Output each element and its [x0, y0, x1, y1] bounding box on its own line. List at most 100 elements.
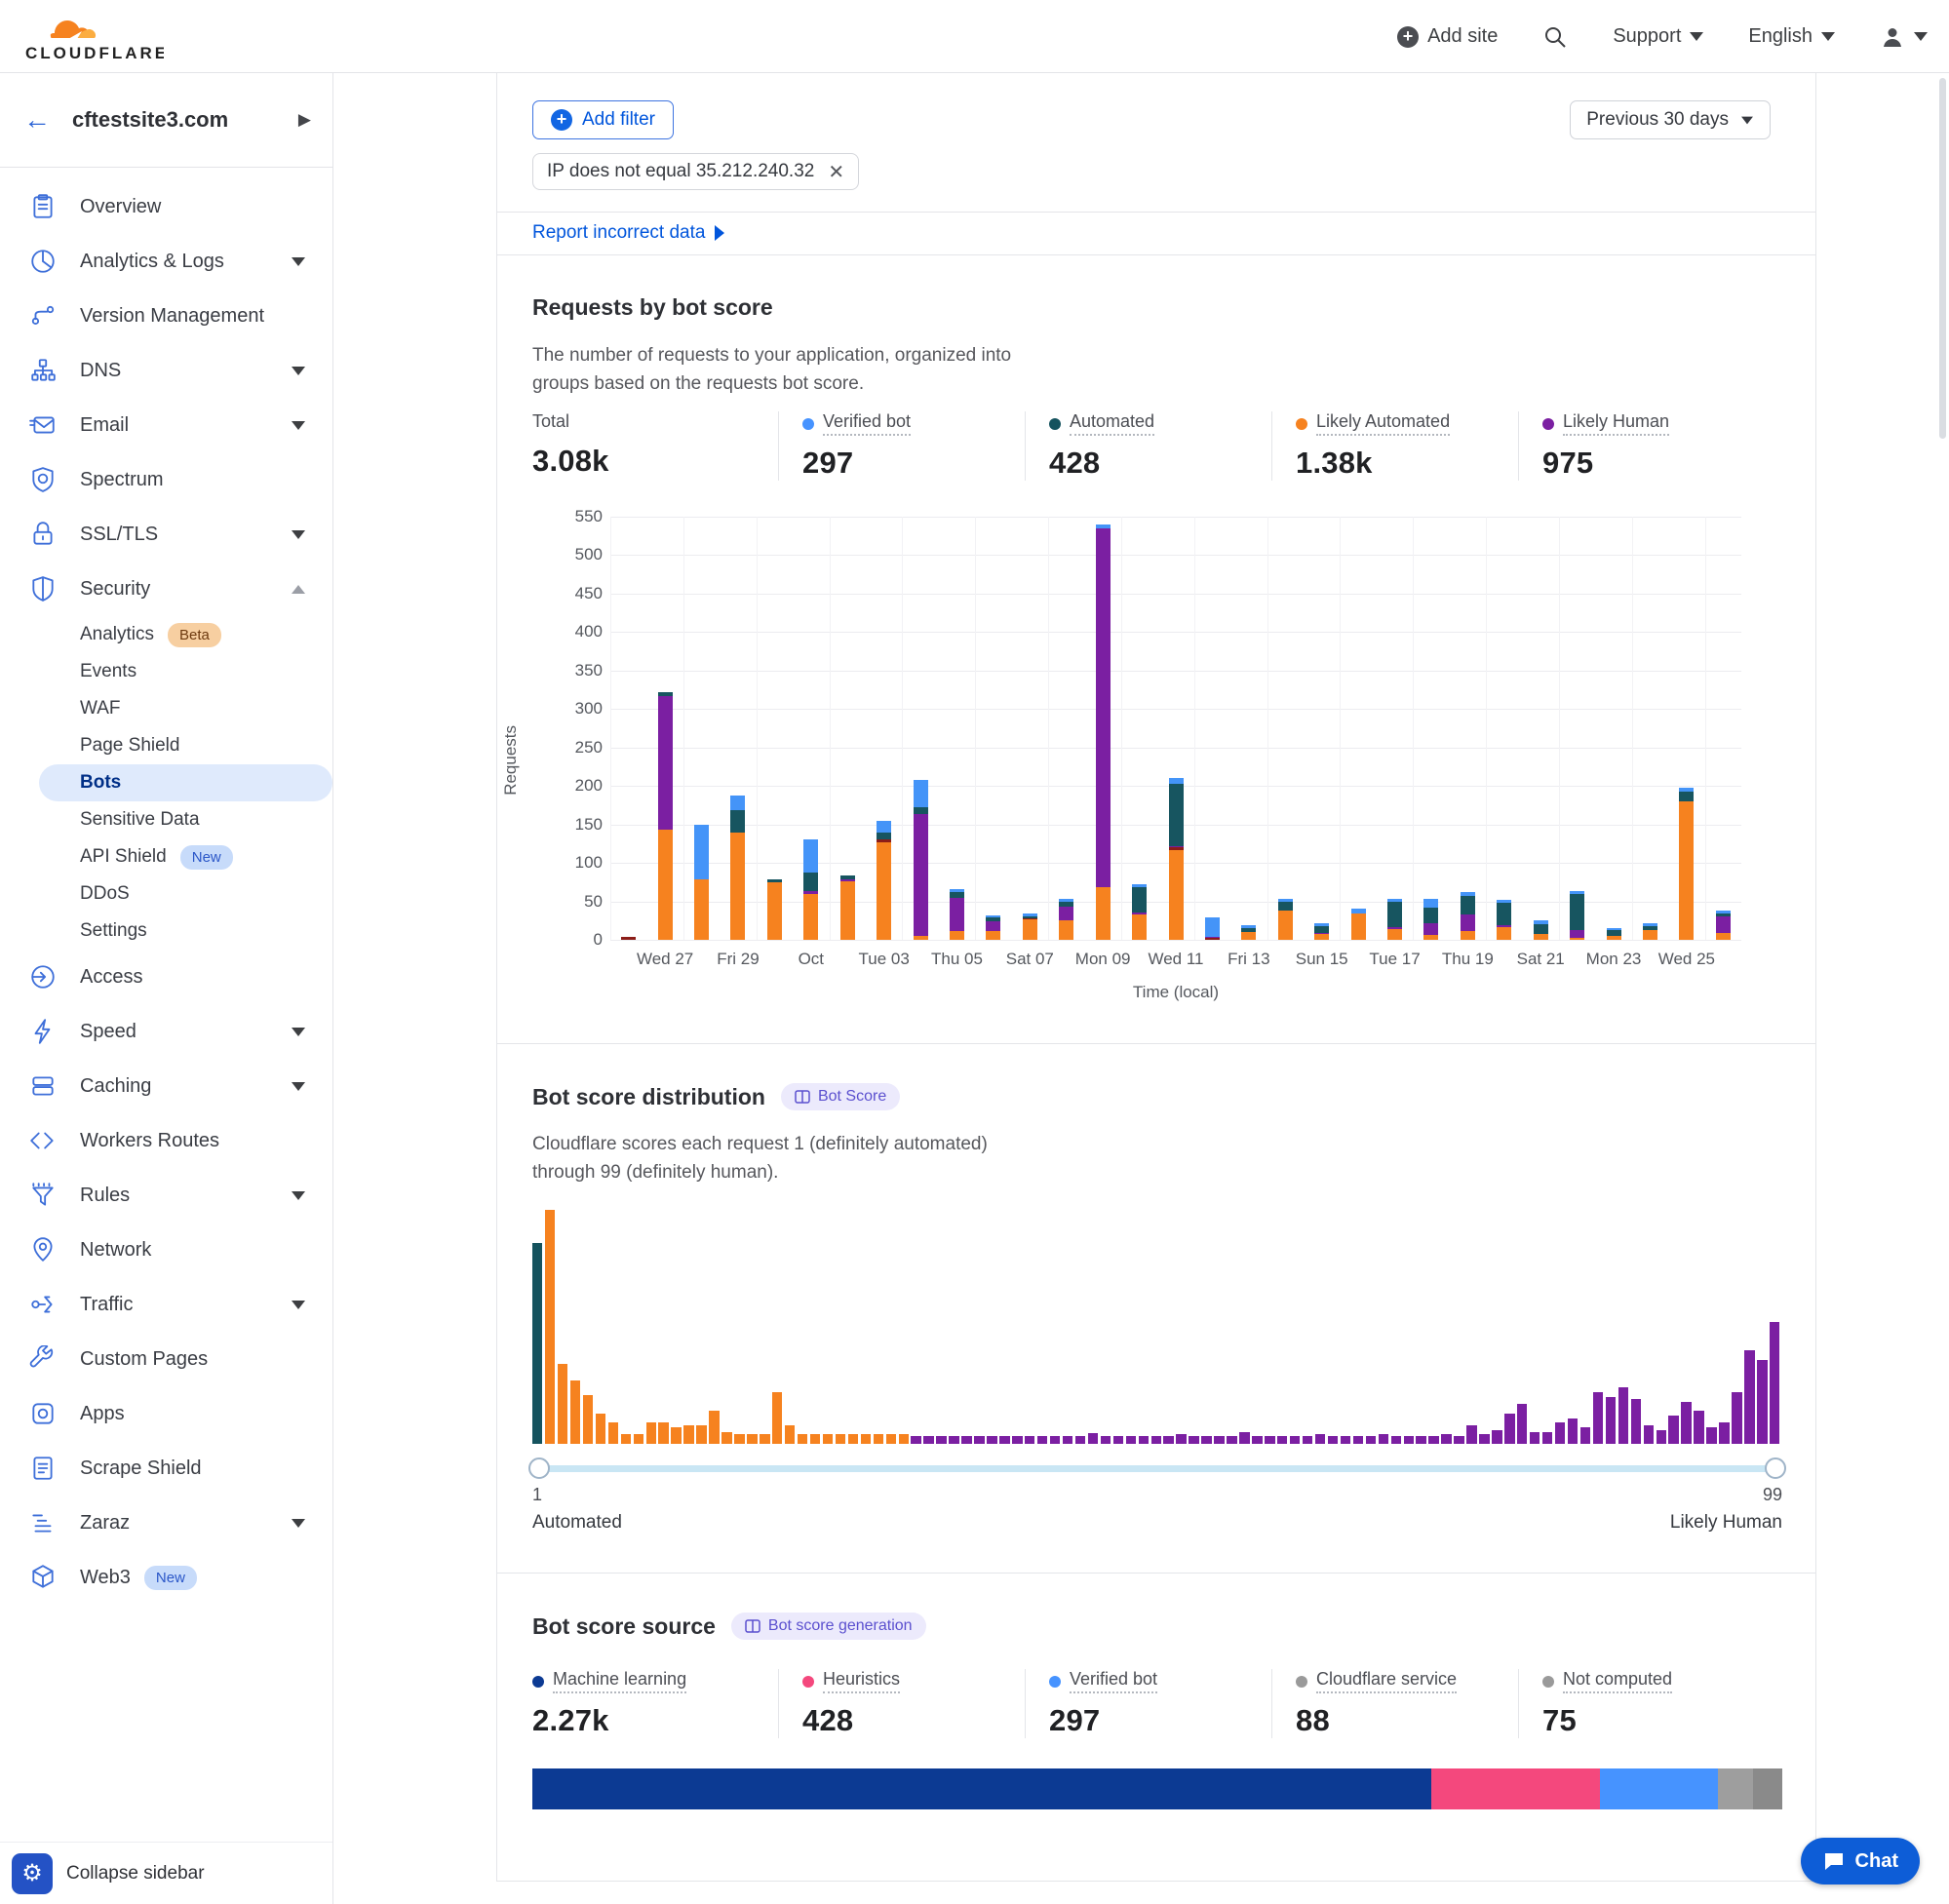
histogram-bar[interactable] [798, 1434, 807, 1444]
bar-segment-likely_automated[interactable] [803, 894, 818, 940]
histogram-bar[interactable] [936, 1436, 946, 1444]
bar-segment-automated[interactable] [1497, 903, 1511, 925]
sidebar-item-rules[interactable]: Rules [0, 1168, 332, 1223]
bar-segment-likely_automated[interactable] [1497, 927, 1511, 940]
bar-segment-likely_automated[interactable] [1387, 929, 1402, 940]
bar-segment-likely_automated[interactable] [1351, 913, 1366, 940]
bar-segment-verified[interactable] [1497, 900, 1511, 903]
sidebar-item-ddos[interactable]: DDoS [0, 875, 332, 913]
bar-segment-verified[interactable] [1716, 911, 1731, 913]
histogram-bar[interactable] [1517, 1404, 1527, 1444]
bar-segment-likely_automated[interactable] [840, 881, 855, 940]
histogram-bar[interactable] [810, 1434, 820, 1444]
cloudflare-logo[interactable]: CLOUDFLARE [18, 8, 164, 66]
histogram-bar[interactable] [823, 1434, 833, 1444]
histogram-bar[interactable] [1303, 1436, 1312, 1444]
bar-segment-verified[interactable] [1169, 778, 1184, 784]
bar-segment-likely_human[interactable] [914, 814, 928, 936]
bar-segment-likely_automated[interactable] [914, 936, 928, 940]
bar-segment-likely_human[interactable] [840, 879, 855, 881]
bar-segment-verified[interactable] [1534, 920, 1548, 924]
sidebar-item-caching[interactable]: Caching [0, 1059, 332, 1113]
bar-segment-likely_human[interactable] [1059, 907, 1073, 920]
histogram-bar[interactable] [987, 1436, 996, 1444]
histogram-bar[interactable] [532, 1243, 542, 1444]
histogram-bar[interactable] [1657, 1430, 1666, 1444]
slider-track[interactable] [532, 1465, 1782, 1472]
histogram-bar[interactable] [1706, 1427, 1716, 1444]
bar-segment-likely_human[interactable] [1461, 914, 1475, 931]
sidebar-item-page-shield[interactable]: Page Shield [0, 727, 332, 764]
histogram-bar[interactable] [886, 1434, 896, 1444]
histogram-bar[interactable] [583, 1395, 593, 1444]
histogram-bar[interactable] [911, 1436, 920, 1444]
histogram-bar[interactable] [874, 1434, 883, 1444]
sidebar-item-workers-routes[interactable]: Workers Routes [0, 1113, 332, 1168]
histogram-bar[interactable] [608, 1422, 618, 1444]
histogram-bar[interactable] [1593, 1392, 1603, 1444]
bar-segment-verified[interactable] [694, 825, 709, 880]
histogram-bar[interactable] [999, 1436, 1009, 1444]
histogram-bar[interactable] [1025, 1436, 1034, 1444]
histogram-bar[interactable] [1189, 1436, 1198, 1444]
histogram-bar[interactable] [1012, 1436, 1022, 1444]
histogram-bar[interactable] [709, 1411, 719, 1444]
collapse-sidebar-button[interactable]: Collapse sidebar [66, 1863, 205, 1885]
sidebar-item-ssl-tls[interactable]: SSL/TLS [0, 507, 332, 562]
bar-segment-likely_automated[interactable] [1023, 919, 1037, 940]
histogram-bar[interactable] [621, 1434, 631, 1444]
bar-segment-likely_human[interactable] [1096, 528, 1111, 888]
sidebar-item-apps[interactable]: Apps [0, 1386, 332, 1441]
add-site-button[interactable]: + Add site [1397, 25, 1498, 48]
bar-segment-verified[interactable] [1278, 899, 1293, 901]
bar-segment-likely_human[interactable] [950, 898, 964, 932]
histogram-bar[interactable] [1341, 1436, 1350, 1444]
sidebar-item-version-management[interactable]: Version Management [0, 289, 332, 343]
bar-segment-automated[interactable] [1241, 928, 1256, 932]
histogram-bar[interactable] [1328, 1436, 1338, 1444]
bar-segment-likely_automated[interactable] [1716, 933, 1731, 940]
bar-segment-likely_human[interactable] [1169, 846, 1184, 848]
histogram-bar[interactable] [1391, 1436, 1401, 1444]
bar-segment-verified[interactable] [1679, 788, 1694, 792]
histogram-bar[interactable] [1037, 1436, 1047, 1444]
bar-segment-automated[interactable] [1023, 916, 1037, 918]
bar-segment-automated[interactable] [1059, 902, 1073, 908]
histogram-bar[interactable] [1466, 1425, 1476, 1444]
close-icon[interactable]: ✕ [828, 160, 844, 184]
sidebar-item-bots[interactable]: Bots [39, 764, 332, 801]
sidebar-item-web3[interactable]: Web3New [0, 1550, 332, 1605]
bar-segment-likely_automated[interactable] [1423, 935, 1438, 940]
histogram-bar[interactable] [1126, 1436, 1136, 1444]
sidebar-item-sensitive-data[interactable]: Sensitive Data [0, 801, 332, 838]
histogram-bar[interactable] [1379, 1434, 1388, 1444]
bar-segment-likely_human[interactable] [1132, 913, 1147, 914]
bar-segment-automated[interactable] [1314, 926, 1329, 933]
bar-segment-automated[interactable] [1132, 887, 1147, 912]
bar-segment-likely_automated[interactable] [1096, 887, 1111, 940]
sidebar-item-zaraz[interactable]: Zaraz [0, 1496, 332, 1550]
sidebar-item-waf[interactable]: WAF [0, 690, 332, 727]
histogram-bar[interactable] [1404, 1436, 1414, 1444]
bar-segment-automated[interactable] [840, 875, 855, 879]
histogram-bar[interactable] [1681, 1402, 1691, 1444]
bar-segment-automated[interactable] [1278, 902, 1293, 911]
date-range-dropdown[interactable]: Previous 30 days [1570, 100, 1771, 139]
histogram-bar[interactable] [899, 1434, 909, 1444]
histogram-bar[interactable] [1366, 1436, 1376, 1444]
bar-segment-likely_automated[interactable] [1643, 930, 1657, 940]
bar-segment-other[interactable] [621, 937, 636, 940]
support-menu[interactable]: Support [1613, 25, 1703, 48]
bar-segment-other[interactable] [1205, 938, 1220, 940]
histogram-bar[interactable] [1542, 1432, 1552, 1444]
bar-segment-verified[interactable] [1314, 923, 1329, 926]
histogram-bar[interactable] [1252, 1436, 1262, 1444]
histogram-bar[interactable] [1176, 1434, 1186, 1444]
bar-segment-automated[interactable] [1387, 902, 1402, 927]
bar-segment-likely_automated[interactable] [1241, 932, 1256, 940]
bar-segment-verified[interactable] [1607, 928, 1621, 930]
bar-segment-verified[interactable] [1461, 892, 1475, 896]
histogram-bar[interactable] [949, 1436, 958, 1444]
histogram-bar[interactable] [1744, 1350, 1754, 1444]
bar-segment-verified[interactable] [1023, 913, 1037, 915]
